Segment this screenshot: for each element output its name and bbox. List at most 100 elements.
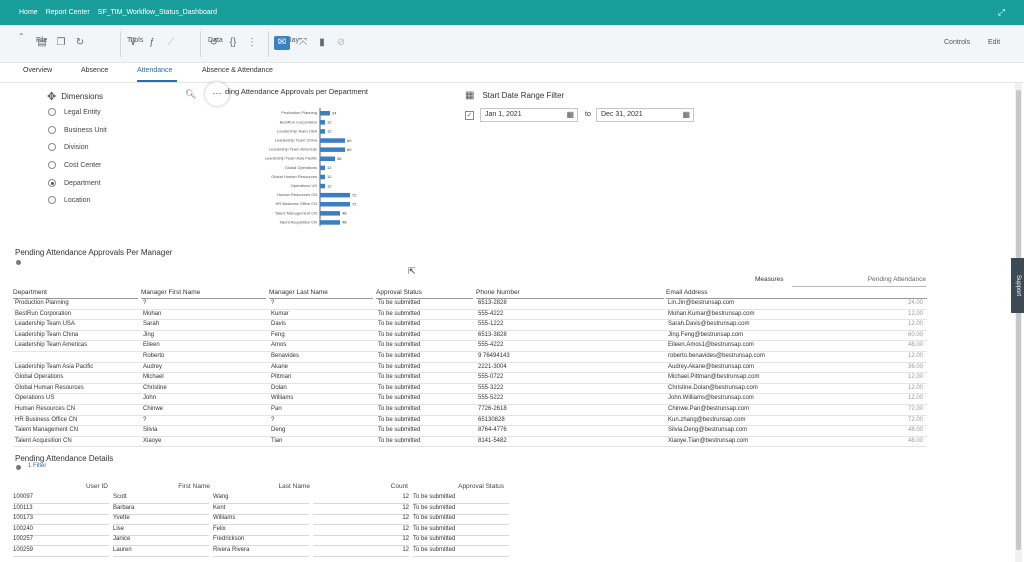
table-row[interactable]: Operations US John Williams To be submitted… xyxy=(13,394,927,405)
chart-bar[interactable] xyxy=(320,192,350,198)
dimension-option-business-unit[interactable]: Business Unit xyxy=(48,126,107,134)
measures-label: Measures xyxy=(755,276,784,283)
date-filter-header: ▦ Start Date Range Filter xyxy=(465,90,564,101)
chart-bar[interactable] xyxy=(320,120,325,125)
table-row[interactable]: Leadership Team Americas Eileen Amos To be … xyxy=(13,341,927,352)
controls-button[interactable]: Controls xyxy=(944,39,970,46)
dimension-option-legal-entity[interactable]: Legal Entity xyxy=(48,108,101,116)
fullscreen-icon[interactable]: ⤧ xyxy=(297,36,309,50)
column-header-department[interactable]: Department xyxy=(13,289,138,299)
column-header-approval-status[interactable]: Approval Status xyxy=(440,483,504,490)
table-row[interactable]: Human Resources CN Chinwe Pan To be submitt… xyxy=(13,405,927,416)
table-row[interactable]: HR Business Office CN?? To be submitted 65… xyxy=(13,416,927,427)
column-header-manager-first-name[interactable]: Manager First Name xyxy=(141,289,266,299)
support-tab[interactable]: Support xyxy=(1011,258,1024,313)
calendar-icon[interactable]: ▦ xyxy=(682,110,690,119)
column-header-email-address[interactable]: Email Address xyxy=(666,289,927,299)
table-row[interactable]: Leadership Team China Jing Feng To be submi… xyxy=(13,331,927,342)
table-row[interactable]: Roberto Benavides To be submitted 9 7649414… xyxy=(13,352,927,363)
copy-icon[interactable]: ❐ xyxy=(55,36,67,50)
dimension-option-department[interactable]: Department xyxy=(48,179,101,187)
chart-bar[interactable] xyxy=(320,211,340,216)
start-date-from-input[interactable]: Jan 1, 2021 ▦ xyxy=(480,108,578,122)
column-header-user-id[interactable]: User ID xyxy=(60,483,108,490)
start-date-to-value: Dec 31, 2021 xyxy=(601,111,643,118)
table-row[interactable]: Production Planning?? To be submitted 6513… xyxy=(13,299,927,310)
chart-bar[interactable] xyxy=(320,174,325,180)
radio-icon[interactable] xyxy=(48,143,56,151)
table-row[interactable]: Leadership Team Asia Pacific Audrey Akane T… xyxy=(13,363,927,374)
radio-icon[interactable] xyxy=(48,108,56,116)
column-header-count[interactable]: Count xyxy=(360,483,408,490)
pending-attendance-header[interactable]: Pending Attendance xyxy=(792,276,926,287)
chart-bar[interactable] xyxy=(320,183,325,189)
filter-count-link[interactable]: 1 Filter xyxy=(28,463,46,469)
formula-icon[interactable]: ƒ xyxy=(146,36,158,50)
data-source-icon[interactable]: ⋮ xyxy=(246,36,258,50)
chart-bar[interactable] xyxy=(320,129,325,134)
chart-bar[interactable] xyxy=(320,147,345,152)
search-icon[interactable]: 🔍︎ xyxy=(185,89,196,100)
start-date-from-value: Jan 1, 2021 xyxy=(485,111,522,118)
dimension-option-cost-center[interactable]: Cost Center xyxy=(48,161,101,169)
comment-icon[interactable]: ✉ xyxy=(274,36,290,50)
tab-attendance[interactable]: Attendance xyxy=(137,67,172,74)
code-icon[interactable]: {} xyxy=(227,36,239,50)
filter-icon[interactable]: ⊽ xyxy=(127,36,139,50)
chart-bar[interactable] xyxy=(320,202,350,207)
tab-absence-attendance[interactable]: Absence & Attendance xyxy=(202,67,273,74)
column-header-last-name[interactable]: Last Name xyxy=(240,483,310,490)
calendar-icon[interactable]: ▦ xyxy=(566,110,574,119)
table-cell: To be submitted xyxy=(413,505,509,515)
pending-attendance-value: 72.00 xyxy=(907,406,923,412)
info-dot-icon[interactable] xyxy=(16,260,21,265)
check-icon[interactable]: ⊘ xyxy=(335,36,347,50)
column-header-manager-last-name[interactable]: Manager Last Name xyxy=(269,289,373,299)
chart-bar[interactable] xyxy=(320,111,330,116)
radio-icon[interactable] xyxy=(48,196,56,204)
pending-attendance-value: 12.00 xyxy=(907,395,923,402)
chart-bar[interactable] xyxy=(320,220,340,225)
expand-icon[interactable]: ⤢ xyxy=(996,7,1007,18)
radio-selected-icon[interactable] xyxy=(48,179,56,187)
dimension-option-label: Business Unit xyxy=(64,126,107,134)
bar-value-label: 72 xyxy=(352,192,357,197)
column-header-approval-status[interactable]: Approval Status xyxy=(376,289,473,299)
table-row[interactable]: Talent Management CN Silvia Deng To be subm… xyxy=(13,426,927,437)
column-header-first-name[interactable]: First Name xyxy=(140,483,210,490)
table-cell: 12 xyxy=(313,536,409,547)
save-icon[interactable]: ▤ xyxy=(36,36,48,50)
chart-bar[interactable] xyxy=(320,156,335,162)
column-header-phone-number[interactable]: Phone Number xyxy=(476,289,664,299)
bookmark-icon[interactable]: ▮ xyxy=(316,36,328,50)
category-label: Production Planning xyxy=(281,110,317,115)
collapse-toolbar-icon[interactable]: ⌃ xyxy=(18,32,25,41)
undo-icon[interactable]: ↺ xyxy=(208,36,220,50)
chart-bar[interactable] xyxy=(320,138,345,143)
chart-bar[interactable] xyxy=(320,165,325,171)
refresh-icon[interactable]: ↻ xyxy=(74,36,86,50)
info-dot-icon[interactable] xyxy=(16,465,21,470)
dimension-option-location[interactable]: Location xyxy=(48,196,90,204)
radio-icon[interactable] xyxy=(48,126,56,134)
breadcrumb-home[interactable]: Home xyxy=(19,9,38,16)
table-row[interactable]: Global Human Resources Christine Dolan To b… xyxy=(13,384,927,395)
chart-icon[interactable]: ⟋ xyxy=(165,36,177,50)
radio-icon[interactable] xyxy=(48,161,56,169)
edit-button[interactable]: Edit xyxy=(988,39,1000,46)
breadcrumb-report-center[interactable]: Report Center xyxy=(46,9,90,16)
table-cell: Christine.Dolan@bestrunsap.com xyxy=(668,384,758,391)
department-bar-chart[interactable]: Production Planning 24 BestRun Corporation… xyxy=(225,105,405,230)
tab-absence[interactable]: Absence xyxy=(81,67,108,74)
bar-value-label: 24 xyxy=(332,111,337,116)
table-row[interactable]: Global Operations Michael Pittman To be sub… xyxy=(13,373,927,384)
dimension-option-division[interactable]: Division xyxy=(48,143,89,151)
table-row[interactable]: Leadership Team USA Sarah Davis To be submi… xyxy=(13,320,927,331)
date-filter-checkbox[interactable]: ✓ xyxy=(465,111,474,120)
table-row[interactable]: Talent Acquisition CN Xiaoye Tian To be sub… xyxy=(13,437,927,448)
tab-overview[interactable]: Overview xyxy=(23,67,52,74)
table-cell: Global Human Resources xyxy=(15,384,84,391)
start-date-to-input[interactable]: Dec 31, 2021 ▦ xyxy=(596,108,694,122)
table-row[interactable]: BestRun Corporation Mohan Kumar To be submi… xyxy=(13,310,927,321)
scrollbar-thumb[interactable] xyxy=(1016,90,1021,550)
